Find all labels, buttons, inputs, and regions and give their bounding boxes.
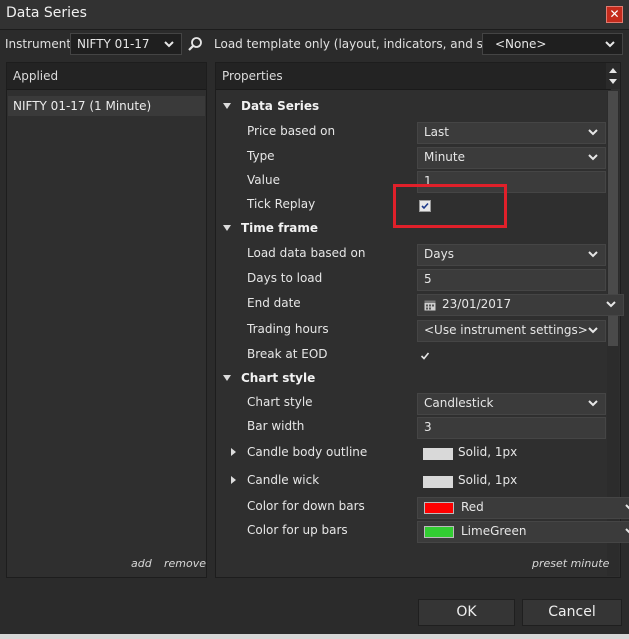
- chevron-down-icon: [624, 525, 629, 537]
- properties-header: Properties: [216, 63, 611, 90]
- applied-panel: Applied NIFTY 01-17 (1 Minute) add remov…: [6, 62, 207, 578]
- prop-candle-wick[interactable]: Candle wick Solid, 1px: [216, 469, 601, 493]
- prop-candle-body-outline[interactable]: Candle body outline Solid, 1px: [216, 441, 601, 465]
- prop-days-to-load: Days to load 5: [216, 267, 606, 291]
- prop-type: Type Minute: [216, 145, 606, 169]
- prop-chart-style: Chart style Candlestick: [216, 391, 606, 415]
- prop-color-down-bars: Color for down bars Red: [216, 495, 629, 519]
- break-at-eod-checkbox[interactable]: [419, 350, 430, 360]
- trading-hours-select[interactable]: <Use instrument settings>: [417, 320, 606, 342]
- bottom-edge: [0, 634, 629, 639]
- chevron-down-icon: [163, 38, 175, 50]
- template-value: <None>: [495, 37, 547, 51]
- color-up-bars-select[interactable]: LimeGreen: [417, 521, 629, 543]
- load-data-based-on-select[interactable]: Days: [417, 244, 606, 266]
- expand-icon: [223, 225, 231, 231]
- instrument-value: NIFTY 01-17: [77, 37, 150, 51]
- up-bars-color-swatch: [424, 526, 454, 538]
- applied-item[interactable]: NIFTY 01-17 (1 Minute): [8, 96, 205, 116]
- prop-end-date: End date 23/01/2017: [216, 292, 624, 316]
- chevron-down-icon: [587, 324, 599, 336]
- remove-link[interactable]: remove: [164, 557, 206, 570]
- bar-width-input[interactable]: 3: [417, 417, 606, 439]
- properties-panel: Properties Data Series Price based on La…: [215, 62, 629, 578]
- scroll-arrows[interactable]: [606, 63, 620, 89]
- prop-trading-hours: Trading hours <Use instrument settings>: [216, 318, 606, 342]
- chart-style-select[interactable]: Candlestick: [417, 393, 606, 415]
- expand-icon: [223, 103, 231, 109]
- search-icon[interactable]: [187, 36, 203, 52]
- applied-header: Applied: [7, 63, 206, 90]
- title-bar: [0, 0, 629, 30]
- chevron-down-icon: [604, 38, 616, 50]
- instrument-label: Instrument: [5, 37, 72, 51]
- chevron-down-icon: [624, 501, 629, 513]
- template-label: Load template only (layout, indicators, …: [214, 37, 511, 51]
- chevron-down-icon: [587, 151, 599, 163]
- chevron-down-icon: [587, 126, 599, 138]
- add-link[interactable]: add: [131, 557, 152, 570]
- price-based-on-select[interactable]: Last: [417, 122, 606, 144]
- down-bars-color-swatch: [424, 502, 454, 514]
- ok-button[interactable]: OK: [418, 599, 515, 626]
- cancel-button[interactable]: Cancel: [522, 599, 622, 626]
- highlight-box: [393, 184, 507, 228]
- prop-bar-width: Bar width 3: [216, 415, 606, 439]
- instrument-select[interactable]: NIFTY 01-17: [70, 33, 182, 55]
- template-select[interactable]: <None>: [482, 33, 623, 55]
- close-button[interactable]: ✕: [606, 6, 623, 23]
- candle-body-outline-swatch: [423, 448, 453, 460]
- color-down-bars-select[interactable]: Red: [417, 497, 629, 519]
- candle-wick-swatch: [423, 476, 453, 488]
- preset-link[interactable]: preset minute: [532, 557, 609, 570]
- prop-price-based-on: Price based on Last: [216, 120, 606, 144]
- category-data-series[interactable]: Data Series: [216, 95, 601, 119]
- type-select[interactable]: Minute: [417, 147, 606, 169]
- days-to-load-input[interactable]: 5: [417, 269, 606, 291]
- chevron-down-icon: [605, 298, 617, 310]
- window-title: Data Series: [6, 5, 87, 21]
- expand-right-icon: [231, 476, 236, 484]
- expand-right-icon: [231, 448, 236, 456]
- expand-icon: [223, 375, 231, 381]
- close-icon: ✕: [609, 7, 620, 21]
- chevron-down-icon: [587, 248, 599, 260]
- end-date-picker[interactable]: 23/01/2017: [417, 294, 624, 316]
- prop-break-at-eod: Break at EOD: [216, 343, 601, 367]
- calendar-icon: [424, 298, 436, 315]
- chevron-down-icon: [587, 397, 599, 409]
- prop-color-up-bars: Color for up bars LimeGreen: [216, 519, 629, 543]
- prop-load-data-based-on: Load data based on Days: [216, 242, 606, 266]
- category-chart-style[interactable]: Chart style: [216, 367, 601, 391]
